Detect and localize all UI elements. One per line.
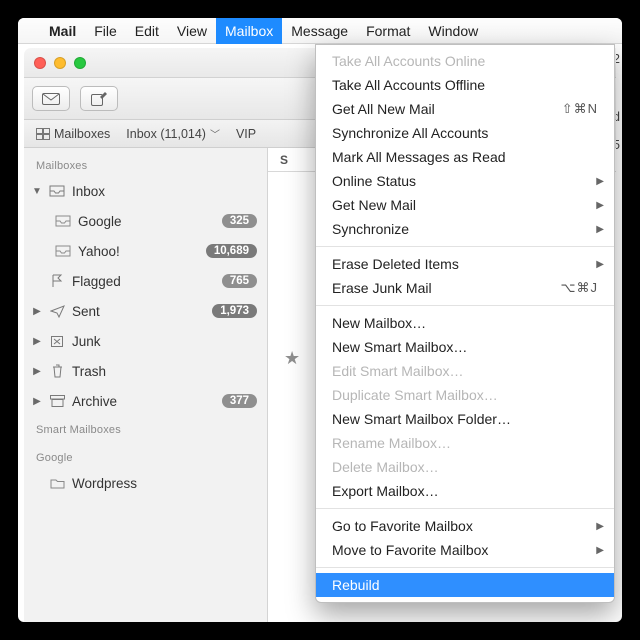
chevron-down-icon: ﹀ bbox=[210, 126, 220, 141]
menu-file[interactable]: File bbox=[85, 18, 126, 44]
archive-icon bbox=[48, 395, 66, 407]
menu-separator bbox=[316, 508, 614, 509]
sidebar-archive[interactable]: Archive 377 bbox=[24, 386, 267, 416]
minimize-button[interactable] bbox=[54, 57, 66, 69]
menu-separator bbox=[316, 246, 614, 247]
favorite-inbox[interactable]: Inbox (11,014) ﹀ bbox=[120, 124, 226, 143]
sidebar-yahoo[interactable]: Yahoo! 10,689 bbox=[24, 236, 267, 266]
menu-take-offline[interactable]: Take All Accounts Offline bbox=[316, 73, 614, 97]
sidebar-wordpress-label: Wordpress bbox=[72, 476, 257, 491]
menu-dup-smart: Duplicate Smart Mailbox… bbox=[316, 383, 614, 407]
menu-new-smart-folder[interactable]: New Smart Mailbox Folder… bbox=[316, 407, 614, 431]
trash-icon bbox=[48, 364, 66, 378]
menu-go-fav[interactable]: Go to Favorite Mailbox bbox=[316, 514, 614, 538]
menu-format[interactable]: Format bbox=[357, 18, 419, 44]
unread-badge: 10,689 bbox=[206, 244, 257, 258]
inbox-icon bbox=[54, 245, 72, 257]
menubar: Mail File Edit View Mailbox Message Form… bbox=[18, 18, 622, 44]
sidebar-trash-label: Trash bbox=[72, 364, 257, 379]
section-google: Google bbox=[24, 440, 267, 468]
menu-erase-junk[interactable]: Erase Junk Mail ⌥⌘J bbox=[316, 276, 614, 300]
menu-mailbox[interactable]: Mailbox bbox=[216, 18, 282, 44]
disclosure-triangle-icon[interactable] bbox=[32, 336, 42, 347]
menu-synchronize[interactable]: Synchronize bbox=[316, 217, 614, 241]
menu-separator bbox=[316, 567, 614, 568]
sidebar-flagged[interactable]: Flagged 765 bbox=[24, 266, 267, 296]
get-mail-button[interactable] bbox=[32, 86, 70, 111]
sidebar-yahoo-label: Yahoo! bbox=[78, 244, 200, 259]
zoom-button[interactable] bbox=[74, 57, 86, 69]
sidebar-archive-label: Archive bbox=[72, 394, 216, 409]
menu-new-smart[interactable]: New Smart Mailbox… bbox=[316, 335, 614, 359]
menu-edit-smart: Edit Smart Mailbox… bbox=[316, 359, 614, 383]
sidebar-trash[interactable]: Trash bbox=[24, 356, 267, 386]
menu-app[interactable]: Mail bbox=[40, 18, 85, 44]
sidebar-junk-label: Junk bbox=[72, 334, 257, 349]
menu-mark-read[interactable]: Mark All Messages as Read bbox=[316, 145, 614, 169]
shortcut-label: ⇧⌘N bbox=[562, 101, 598, 117]
sidebar-google-label: Google bbox=[78, 214, 216, 229]
menu-get-all-new[interactable]: Get All New Mail ⇧⌘N bbox=[316, 97, 614, 121]
menu-sync-all[interactable]: Synchronize All Accounts bbox=[316, 121, 614, 145]
sidebar-wordpress[interactable]: Wordpress bbox=[24, 468, 267, 498]
inbox-icon bbox=[54, 215, 72, 227]
favorite-vip[interactable]: VIP bbox=[230, 125, 262, 143]
menu-message[interactable]: Message bbox=[282, 18, 357, 44]
menu-new-mailbox[interactable]: New Mailbox… bbox=[316, 311, 614, 335]
favorite-inbox-label: Inbox (11,014) bbox=[126, 127, 206, 141]
disclosure-triangle-icon[interactable] bbox=[32, 306, 42, 317]
shortcut-label: ⌥⌘J bbox=[561, 280, 598, 296]
menu-rename: Rename Mailbox… bbox=[316, 431, 614, 455]
favorite-vip-label: VIP bbox=[236, 127, 256, 141]
compose-button[interactable] bbox=[80, 86, 118, 111]
sidebar-inbox[interactable]: Inbox bbox=[24, 176, 267, 206]
menu-edit[interactable]: Edit bbox=[126, 18, 168, 44]
menu-rebuild[interactable]: Rebuild bbox=[316, 573, 614, 597]
sidebar-flagged-label: Flagged bbox=[72, 274, 216, 289]
menu-move-fav[interactable]: Move to Favorite Mailbox bbox=[316, 538, 614, 562]
section-smart: Smart Mailboxes bbox=[24, 416, 267, 440]
folder-icon bbox=[48, 478, 66, 489]
menu-delete: Delete Mailbox… bbox=[316, 455, 614, 479]
favorite-mailboxes-label: Mailboxes bbox=[54, 127, 110, 141]
menu-take-online: Take All Accounts Online bbox=[316, 49, 614, 73]
count-badge: 765 bbox=[222, 274, 257, 288]
close-button[interactable] bbox=[34, 57, 46, 69]
favorite-mailboxes[interactable]: Mailboxes bbox=[30, 125, 116, 143]
inbox-icon bbox=[48, 185, 66, 197]
menu-view[interactable]: View bbox=[168, 18, 216, 44]
menu-erase-junk-label: Erase Junk Mail bbox=[332, 280, 432, 296]
disclosure-triangle-icon[interactable] bbox=[32, 186, 42, 197]
menu-get-all-new-label: Get All New Mail bbox=[332, 101, 435, 117]
disclosure-triangle-icon[interactable] bbox=[32, 366, 42, 377]
menu-online-status[interactable]: Online Status bbox=[316, 169, 614, 193]
star-icon[interactable]: ★ bbox=[284, 348, 300, 369]
unread-badge: 325 bbox=[222, 214, 257, 228]
sidebar-junk[interactable]: Junk bbox=[24, 326, 267, 356]
sidebar-inbox-label: Inbox bbox=[72, 184, 257, 199]
disclosure-triangle-icon[interactable] bbox=[32, 396, 42, 407]
menu-get-new[interactable]: Get New Mail bbox=[316, 193, 614, 217]
sidebar-google[interactable]: Google 325 bbox=[24, 206, 267, 236]
menu-window[interactable]: Window bbox=[419, 18, 487, 44]
menu-export[interactable]: Export Mailbox… bbox=[316, 479, 614, 503]
mailbox-menu: Take All Accounts Online Take All Accoun… bbox=[315, 44, 615, 603]
sidebar: Mailboxes Inbox Google 325 Yahoo! bbox=[24, 148, 268, 622]
junk-icon bbox=[48, 335, 66, 348]
paperplane-icon bbox=[48, 305, 66, 318]
count-badge: 1,973 bbox=[212, 304, 257, 318]
sidebar-sent[interactable]: Sent 1,973 bbox=[24, 296, 267, 326]
menu-separator bbox=[316, 305, 614, 306]
count-badge: 377 bbox=[222, 394, 257, 408]
flag-icon bbox=[48, 274, 66, 288]
section-mailboxes: Mailboxes bbox=[24, 152, 267, 176]
menu-erase-deleted[interactable]: Erase Deleted Items bbox=[316, 252, 614, 276]
sidebar-sent-label: Sent bbox=[72, 304, 206, 319]
